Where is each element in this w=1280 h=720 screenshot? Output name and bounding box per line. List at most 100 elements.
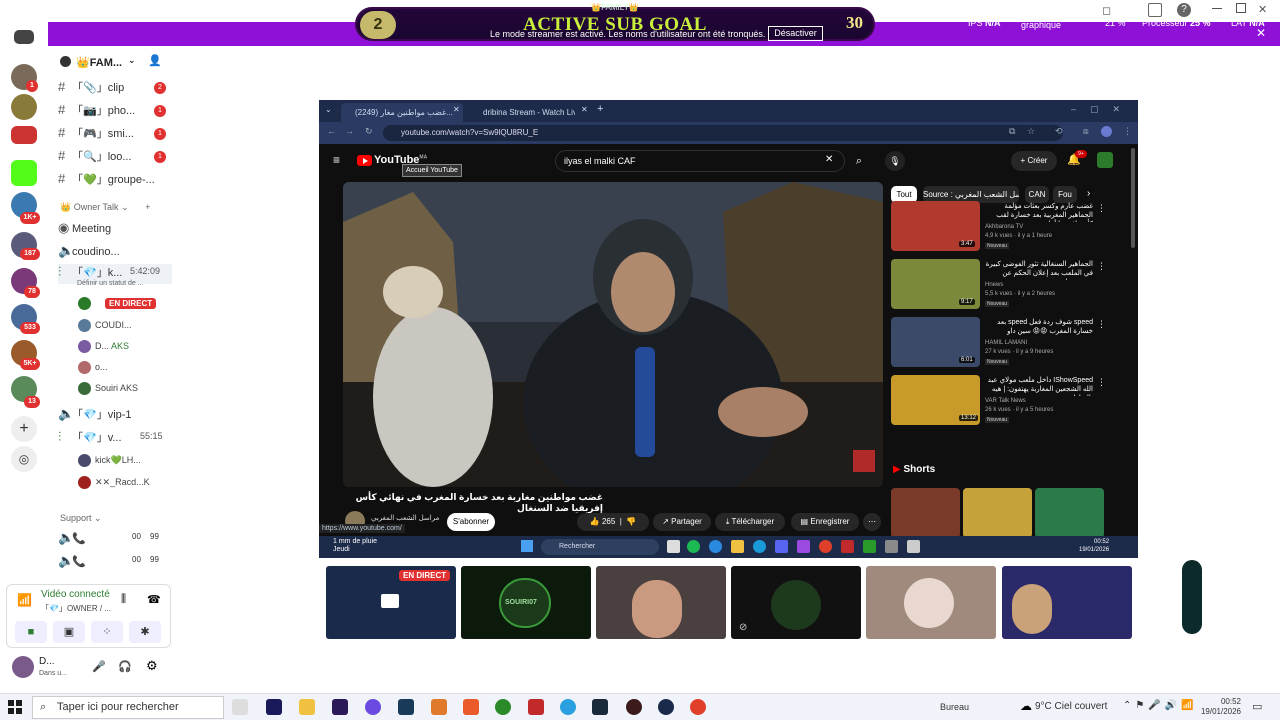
short-thumbnail[interactable] [891, 488, 960, 538]
headphones-icon[interactable]: 🎧 [118, 660, 132, 673]
app-icon[interactable] [592, 699, 608, 715]
video-player[interactable] [343, 182, 883, 487]
voice-subtitle[interactable]: 「💎」OWNER / ... [41, 603, 111, 614]
netflix-icon[interactable] [841, 540, 854, 553]
subscribe-button[interactable]: S'abonner [447, 513, 495, 531]
microphone-icon[interactable]: 🎤 [92, 660, 106, 673]
discord-icon[interactable] [365, 699, 381, 715]
taskbar-clock[interactable]: 00:52 19/01/2026 [1199, 697, 1241, 717]
more-actions-button[interactable]: ⋯ [863, 513, 881, 531]
help-icon[interactable]: ? [1177, 3, 1191, 17]
noise-icon[interactable]: ⫼ [121, 593, 126, 606]
disable-streamer-mode-button[interactable]: Désactiver [768, 26, 823, 41]
search-button[interactable]: ⌕ [845, 150, 873, 172]
voice-channel[interactable]: 🔈coudino... [58, 243, 172, 263]
voice-channel[interactable]: 🔈📞 00 99 [58, 530, 172, 550]
extensions-icon[interactable]: ⧈ [1083, 126, 1089, 137]
system-tray-icons[interactable]: ⌃⚑🎤🔊📶 [1123, 700, 1198, 711]
edge-icon[interactable] [753, 540, 766, 553]
voice-user[interactable]: EN DIRECT [78, 297, 218, 315]
add-member-icon[interactable]: 👤 [148, 54, 162, 67]
xbox-icon[interactable] [495, 699, 511, 715]
recommended-video[interactable]: 9:17 الجماهير السنغالية تثور الفوضى كبيرة… [891, 259, 1121, 311]
pin-icon[interactable]: ✕ [1258, 3, 1267, 16]
voice-user[interactable]: Souiri AKS [78, 382, 218, 400]
voice-channel[interactable]: ⫶ 「💎」v... 55:15 [58, 429, 172, 449]
voice-user[interactable]: o... [78, 361, 218, 379]
media-encoder-icon[interactable] [332, 699, 348, 715]
taskbar-search-input[interactable]: ⌕ Taper ici pour rechercher [32, 696, 224, 719]
back-icon[interactable]: ← [327, 126, 336, 136]
server-icon[interactable] [11, 94, 37, 120]
like-dislike-group[interactable]: 👍 265 | 👎 [577, 513, 649, 531]
short-thumbnail[interactable] [963, 488, 1032, 538]
weather-widget[interactable]: 9°C Ciel couvert [1035, 701, 1107, 712]
channel-item[interactable]: # 「📎」clip 2 [58, 79, 172, 99]
app-icon[interactable] [797, 540, 810, 553]
copilot-icon[interactable] [709, 540, 722, 553]
create-button[interactable]: + Créer [1011, 151, 1057, 171]
explore-servers-icon[interactable]: ◎ [11, 446, 37, 472]
window-controls[interactable]: –▢✕ [1071, 104, 1134, 115]
settings-icon[interactable] [907, 540, 920, 553]
windows-start-icon[interactable] [8, 700, 22, 714]
server-header[interactable]: 👑FAM... ⌄ 👤 [48, 46, 174, 76]
reload-icon[interactable]: ↻ [365, 126, 373, 137]
channel-meeting[interactable]: ◉ Meeting [58, 220, 172, 240]
notifications-icon[interactable]: ▭ [1252, 700, 1262, 713]
brave-icon[interactable] [463, 699, 479, 715]
bookmark-star-icon[interactable]: ☆ [1027, 126, 1035, 137]
settings-icon[interactable]: ⚙ [146, 658, 158, 674]
more-icon[interactable]: ⋮ [1097, 319, 1106, 330]
avatar[interactable] [12, 656, 34, 678]
disconnect-icon[interactable]: ☎ [147, 593, 161, 606]
channel-item[interactable]: # 「📷」pho... 1 [58, 102, 172, 122]
share-button[interactable]: ↗ Partager [653, 513, 711, 531]
clear-search-icon[interactable]: ✕ [825, 154, 833, 165]
explorer-icon[interactable] [299, 699, 315, 715]
windows-start-icon[interactable] [521, 540, 533, 552]
chrome-icon[interactable] [819, 540, 832, 553]
channel-name[interactable]: مراسل الشعب المغربي [371, 514, 439, 522]
url-input[interactable]: youtube.com/watch?v=Sw9lQU8RU_E [383, 125, 1063, 141]
stream-tile[interactable] [596, 566, 726, 639]
category-support[interactable]: Support ⌄ [60, 513, 102, 524]
new-tab-icon[interactable]: + [597, 103, 603, 115]
close-icon[interactable]: ✕ [1256, 26, 1266, 40]
hamburger-menu-icon[interactable]: ≡ [333, 153, 340, 167]
close-tab-icon[interactable]: ✕ [581, 105, 588, 114]
stream-tile[interactable] [866, 566, 996, 639]
more-icon[interactable]: ⋮ [1097, 261, 1106, 272]
stream-tile[interactable]: SOUIRI07 [461, 566, 591, 639]
app-icon[interactable] [528, 699, 544, 715]
voice-user[interactable]: D... AKS [78, 340, 218, 358]
server-icon[interactable] [11, 126, 37, 144]
discord-home-icon[interactable] [14, 30, 34, 44]
xbox-icon[interactable] [863, 540, 876, 553]
search-input[interactable]: ilyas el malki CAF [555, 150, 845, 172]
tab-kick[interactable]: dribina Stream - Watch Live on [469, 103, 575, 122]
signal-icon[interactable]: 📶 [17, 593, 32, 607]
channel-item[interactable]: # 「🔍」loo... 1 [58, 148, 172, 168]
add-server-icon[interactable]: + [11, 416, 37, 442]
channel-item[interactable]: # 「🎮」smi... 1 [58, 125, 172, 145]
forward-icon[interactable]: → [345, 126, 354, 136]
tab-menu-icon[interactable]: ⌄ [325, 105, 332, 114]
more-icon[interactable]: ⋮ [1097, 377, 1106, 388]
spotify-icon[interactable] [687, 540, 700, 553]
recommended-video[interactable]: 6:01 speed شوف ردة فعل speed بعد خسارة ال… [891, 317, 1121, 369]
desktop-toolbar-label[interactable]: Bureau [940, 702, 969, 712]
scrollbar[interactable] [1131, 148, 1135, 248]
short-thumbnail[interactable] [1035, 488, 1104, 538]
chrome-icon[interactable] [690, 699, 706, 715]
taskview-icon[interactable] [232, 699, 248, 715]
category-owner-talk[interactable]: 👑 Owner Talk ⌄ + [60, 202, 150, 213]
taskview-icon[interactable] [667, 540, 680, 553]
chevron-right-icon[interactable]: › [1087, 188, 1090, 199]
discord-icon[interactable] [775, 540, 788, 553]
window-minimize-icon[interactable] [1212, 8, 1222, 9]
history-icon[interactable]: ⟲ [1055, 126, 1063, 137]
voice-channel[interactable]: 🔈「💎」vip-1 [58, 406, 172, 426]
save-button[interactable]: ▤ Enregistrer [791, 513, 859, 531]
lightroom-icon[interactable] [398, 699, 414, 715]
